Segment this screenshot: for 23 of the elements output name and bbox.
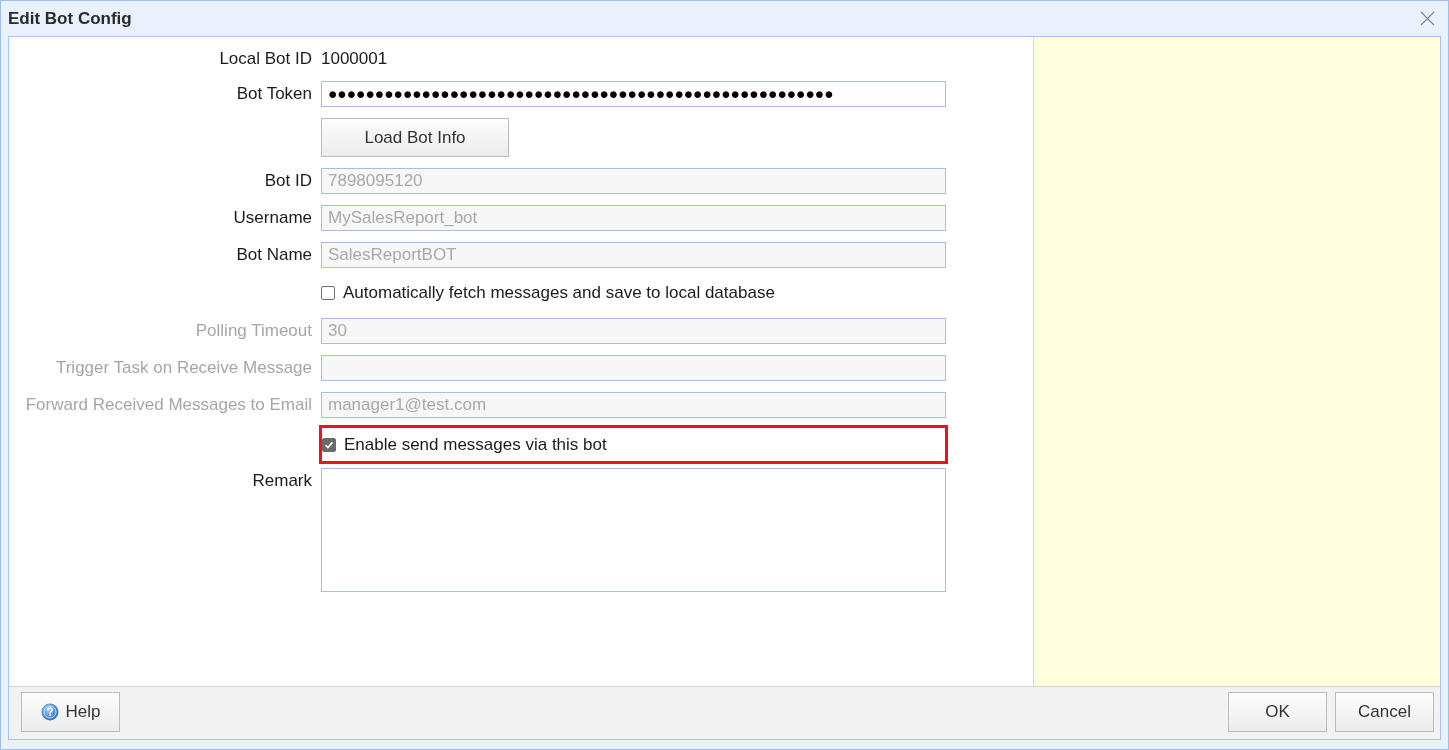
field-label: Remark [252, 471, 312, 491]
window-title: Edit Bot Config [8, 8, 132, 29]
field-label: Bot ID [264, 171, 312, 191]
help-icon [40, 703, 59, 721]
field-label: Bot Name [236, 245, 312, 265]
dialog-button[interactable]: Cancel [1335, 692, 1434, 732]
value-text: 1000001 [321, 48, 388, 69]
field-label: Forward Received Messages to Email [25, 395, 312, 415]
checkbox[interactable] [321, 286, 335, 300]
field-label: Trigger Task on Receive Message [55, 358, 312, 378]
field-label: Polling Timeout [195, 321, 312, 341]
field-label: Local Bot ID [219, 48, 312, 69]
field-label: Bot Token [236, 84, 312, 104]
checkbox-label[interactable]: Enable send messages via this bot [344, 434, 607, 455]
help-button[interactable]: Help [21, 692, 120, 732]
field-label: Username [233, 208, 312, 228]
checkbox[interactable] [322, 437, 336, 452]
dialog-button[interactable]: OK [1228, 692, 1327, 732]
close-icon[interactable] [1420, 11, 1435, 26]
load-info-button[interactable]: Load Bot Info [321, 118, 509, 157]
checkbox-label[interactable]: Automatically fetch messages and save to local database [343, 283, 775, 303]
remark-field[interactable] [321, 468, 946, 592]
password-field[interactable]: ●●●●●●●●●●●●●●●●●●●●●●●●●●●●●●●●●●●●●●●●●●●●●●●●●●●●●● [321, 81, 946, 107]
